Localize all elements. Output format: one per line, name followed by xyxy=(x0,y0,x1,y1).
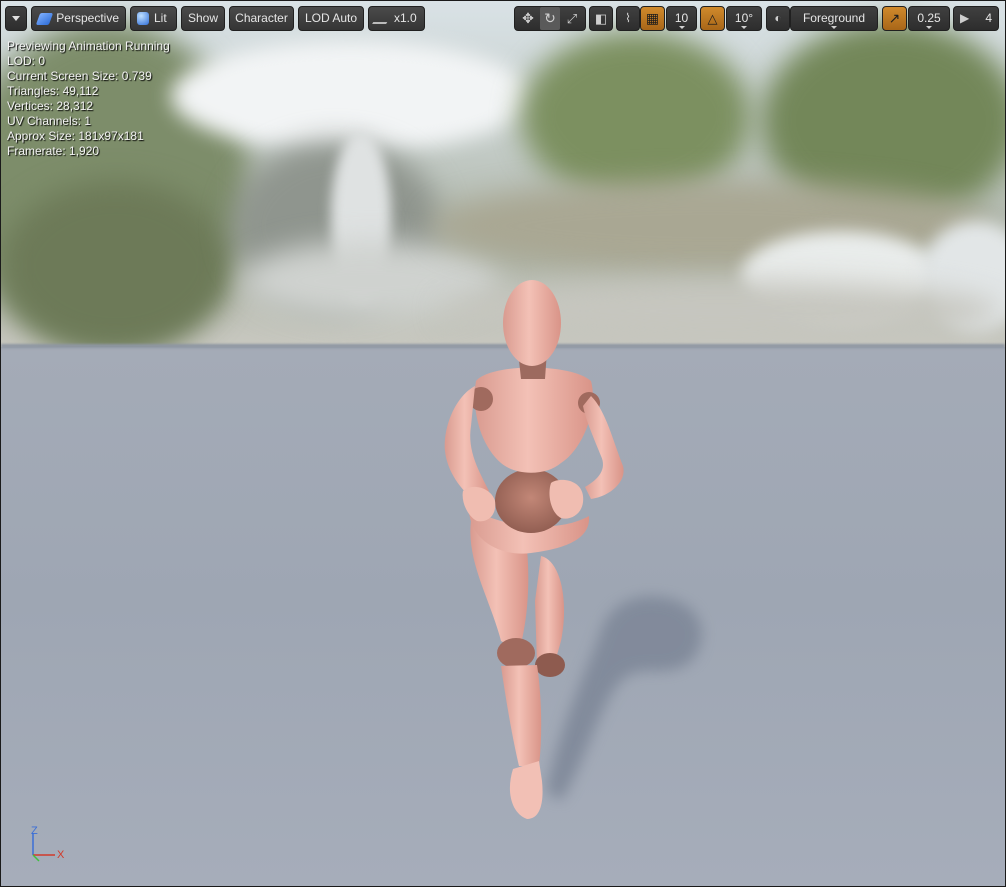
chevron-down-icon xyxy=(741,26,747,29)
grid-snap-toggle[interactable]: ▦ xyxy=(640,6,665,31)
translate-icon[interactable]: ✥ xyxy=(518,7,538,30)
chevron-down-icon xyxy=(12,16,20,21)
scale-snap-toggle[interactable]: ↗ xyxy=(882,6,907,31)
angle-icon: △ xyxy=(707,11,718,26)
playback-speed-button[interactable]: x1.0 xyxy=(368,6,425,31)
speed-icon xyxy=(372,13,392,24)
grid-icon: ▦ xyxy=(645,10,660,26)
world-cube-icon: ◧ xyxy=(594,11,608,26)
scale-snap-value-dropdown[interactable]: 0.25 xyxy=(908,6,950,31)
scale-icon[interactable]: ⤢ xyxy=(562,7,582,30)
character-button[interactable]: Character xyxy=(229,6,294,31)
stats-approx-size: Approx Size: 181x97x181 xyxy=(7,129,144,143)
speed-label: x1.0 xyxy=(394,11,417,25)
axis-x-label: X xyxy=(57,849,65,861)
camera-speed-value: 4 xyxy=(985,11,992,25)
viewport-toolbar: Perspective Lit Show Character LOD Auto … xyxy=(1,6,1005,33)
layer-toggle[interactable]: ◐ xyxy=(766,6,790,31)
stats-screen-size: Current Screen Size: 0.739 xyxy=(7,69,152,83)
grid-snap-value-dropdown[interactable]: 10 xyxy=(666,6,697,31)
layer-icon: ◐ xyxy=(774,11,782,25)
scale-arrow-icon: ↗ xyxy=(888,10,901,26)
stats-vertices: Vertices: 28,312 xyxy=(7,99,94,113)
chevron-down-icon xyxy=(926,26,932,29)
stats-framerate: Framerate: 1,920 xyxy=(7,144,100,158)
stats-uv-channels: UV Channels: 1 xyxy=(7,114,92,128)
camera-speed-dropdown[interactable]: ▶ 4 xyxy=(953,6,999,31)
show-label: Show xyxy=(187,11,219,25)
character-label: Character xyxy=(235,11,288,25)
camera-icon: ▶ xyxy=(960,11,970,25)
axis-z-label: Z xyxy=(31,825,38,837)
rotate-icon[interactable]: ↻ xyxy=(540,7,560,30)
coordinate-system-button[interactable]: ◧ xyxy=(589,6,613,31)
axis-gizmo: Z X xyxy=(23,823,83,873)
layer-dropdown[interactable]: Foreground xyxy=(790,6,878,31)
surface-snap-button[interactable]: ⌇ xyxy=(616,6,640,31)
perspective-cube-icon xyxy=(35,12,54,25)
editor-viewport[interactable]: Perspective Lit Show Character LOD Auto … xyxy=(0,0,1006,887)
lit-mode-button[interactable]: Lit xyxy=(130,6,177,31)
show-button[interactable]: Show xyxy=(181,6,225,31)
chevron-down-icon xyxy=(678,26,685,29)
surface-snap-icon: ⌇ xyxy=(625,11,631,25)
stats-animation: Previewing Animation Running xyxy=(7,39,170,53)
stats-lod: LOD: 0 xyxy=(7,54,46,68)
lit-sphere-icon xyxy=(137,12,149,25)
perspective-label: Perspective xyxy=(56,11,119,25)
lit-label: Lit xyxy=(154,11,167,25)
transform-tools-group: ✥ ↻ ⤢ xyxy=(514,6,586,31)
lod-button[interactable]: LOD Auto xyxy=(298,6,364,31)
rotation-snap-value-dropdown[interactable]: 10° xyxy=(726,6,762,31)
perspective-button[interactable]: Perspective xyxy=(31,6,126,31)
lod-label: LOD Auto xyxy=(304,11,358,25)
rotation-snap-toggle[interactable]: △ xyxy=(700,6,725,31)
viewport-stats: Previewing Animation Running LOD: 0 Curr… xyxy=(7,39,170,159)
stats-triangles: Triangles: 49,112 xyxy=(7,84,99,98)
viewport-options-button[interactable] xyxy=(5,6,27,31)
chevron-down-icon xyxy=(831,26,837,29)
